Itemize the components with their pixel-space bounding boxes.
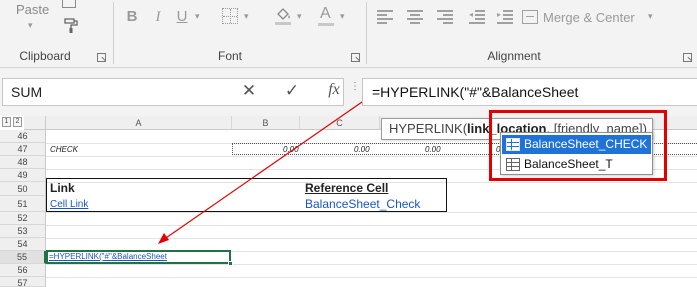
tooltip-prefix: HYPERLINK( (389, 121, 468, 136)
annotation-highlight-box (489, 110, 667, 181)
annotation-arrowhead (158, 233, 169, 244)
annotation-arrow-line (162, 101, 363, 241)
